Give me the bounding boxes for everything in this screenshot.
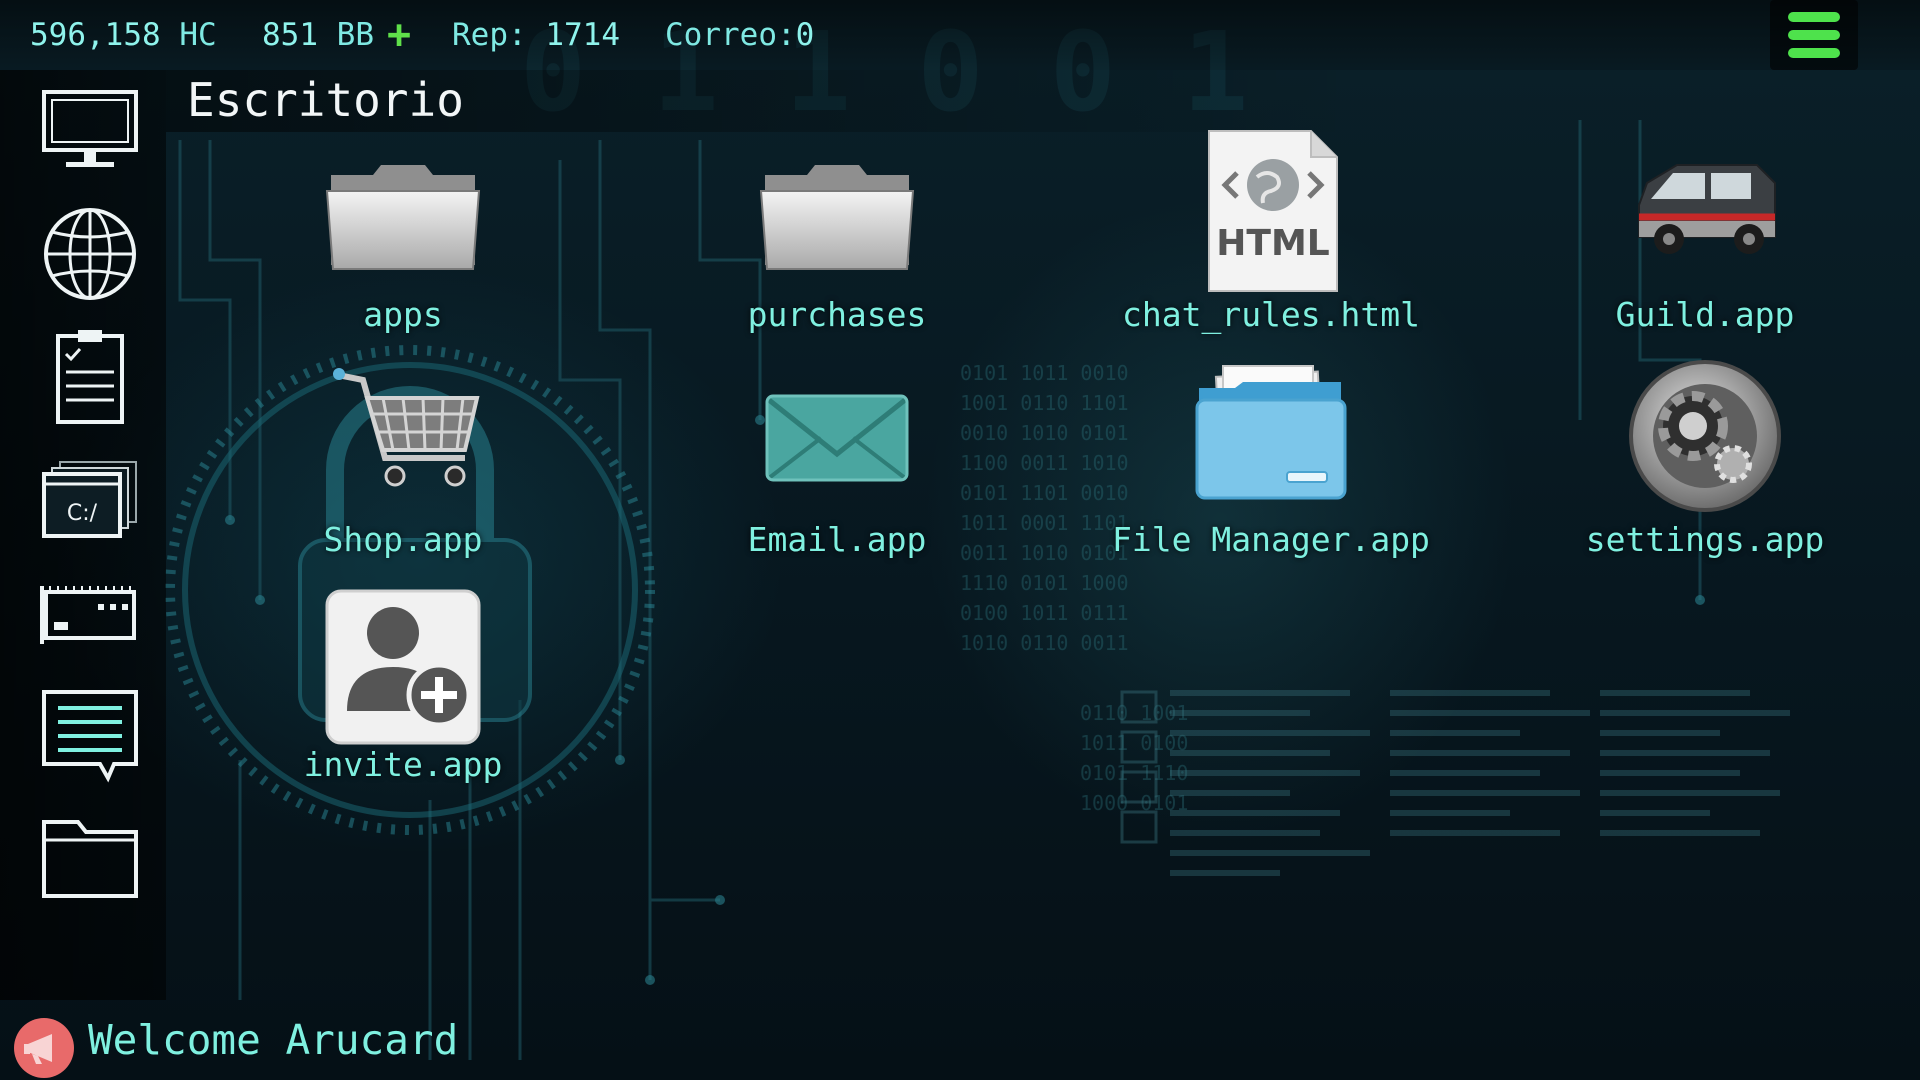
rep-value: 1714: [545, 17, 620, 53]
desktop-icon-label: Guild.app: [1615, 295, 1795, 334]
sidebar-item-tasks[interactable]: [32, 322, 148, 430]
rep-label: Rep:: [452, 17, 527, 53]
menu-bar: [1788, 48, 1840, 58]
desktop-icon-shop[interactable]: Shop.app: [213, 358, 593, 578]
desktop-icon-label: invite.app: [303, 745, 503, 784]
folder-gray-icon: [323, 133, 483, 293]
sidebar-item-browser[interactable]: [32, 200, 148, 308]
desktop-icon-label: purchases: [747, 295, 927, 334]
folder-icon: [42, 820, 138, 898]
desktop-icon-guild[interactable]: Guild.app: [1515, 133, 1895, 353]
chat-bubble-icon: [42, 690, 138, 783]
desktop-icon-label: Email.app: [747, 520, 927, 559]
svg-text:1011 0100: 1011 0100: [1080, 731, 1188, 755]
desktop-icon-chat-rules[interactable]: HTML chat_rules.html: [1081, 130, 1461, 353]
desktop-icon-label: Shop.app: [323, 520, 483, 559]
terminal-window-icon: C:/: [42, 461, 137, 538]
globe-icon: [44, 208, 136, 300]
hardware-board-icon: [40, 586, 136, 644]
svg-text:1000 0101: 1000 0101: [1080, 791, 1188, 815]
welcome-message: Welcome Arucard: [88, 1016, 459, 1064]
clipboard-checklist-icon: [56, 330, 124, 424]
envelope-icon: [757, 358, 917, 518]
desktop-icon-email[interactable]: Email.app: [647, 358, 1027, 578]
hc-balance: 596,158 HC: [30, 14, 217, 56]
desktop-icon-label: apps: [363, 295, 443, 334]
hc-value: 596,158: [30, 17, 161, 53]
desktop-icon-label: settings.app: [1585, 520, 1825, 559]
page-title: Escritorio: [187, 73, 464, 127]
bb-balance: 851 BB: [262, 14, 374, 56]
menu-bar: [1788, 30, 1840, 40]
desktop-icon-file-manager[interactable]: File Manager.app: [1081, 358, 1461, 578]
gear-settings-icon: [1625, 358, 1785, 518]
desktop-icon-purchases[interactable]: purchases: [647, 133, 1027, 353]
sidebar-item-hardware[interactable]: [32, 560, 148, 668]
svg-text:0110 1001: 0110 1001: [1080, 701, 1188, 725]
monitor-icon: [42, 90, 138, 167]
svg-text:0101 1110: 0101 1110: [1080, 761, 1188, 785]
sidebar-item-files[interactable]: [32, 800, 148, 908]
html-badge: HTML: [1216, 223, 1329, 264]
sidebar-item-chat[interactable]: [32, 682, 148, 790]
terminal-icon-text: C:/: [67, 501, 98, 526]
van-icon: [1625, 133, 1785, 293]
hamburger-menu-button[interactable]: [1770, 0, 1858, 70]
html-file-icon: HTML: [1191, 130, 1351, 293]
desktop-icon-label: chat_rules.html: [1121, 295, 1420, 334]
mail-value: 0: [795, 17, 815, 53]
desktop-screen: 0101 1011 0010 1001 0110 1101 0010 1010 …: [0, 0, 1920, 1080]
svg-text:1010 0110 0011: 1010 0110 0011: [960, 631, 1129, 655]
svg-text:0100 1011 0111: 0100 1011 0111: [960, 601, 1129, 625]
desktop-icon-apps[interactable]: apps: [213, 133, 593, 353]
add-bb-button[interactable]: +: [382, 14, 416, 56]
sidebar-item-desktop[interactable]: [32, 74, 148, 182]
sidebar-item-terminal[interactable]: C:/: [32, 444, 148, 552]
desktop-icon-label: File Manager.app: [1112, 520, 1430, 559]
file-manager-folder-icon: [1191, 358, 1351, 518]
desktop-icon-settings[interactable]: settings.app: [1515, 358, 1895, 578]
reputation: Rep: 1714: [452, 14, 620, 56]
folder-gray-icon: [757, 133, 917, 293]
mail-label: Correo:: [665, 17, 796, 53]
bb-value: 851: [262, 17, 318, 53]
bb-unit: BB: [336, 17, 374, 53]
megaphone-icon[interactable]: [14, 1018, 74, 1078]
desktop-icon-invite[interactable]: invite.app: [213, 583, 593, 803]
add-user-icon: [323, 583, 483, 745]
mail-counter[interactable]: Correo:0: [665, 14, 814, 56]
shopping-cart-icon: [323, 358, 483, 518]
hc-unit: HC: [179, 17, 217, 53]
hamburger-menu-icon: [1788, 12, 1840, 22]
